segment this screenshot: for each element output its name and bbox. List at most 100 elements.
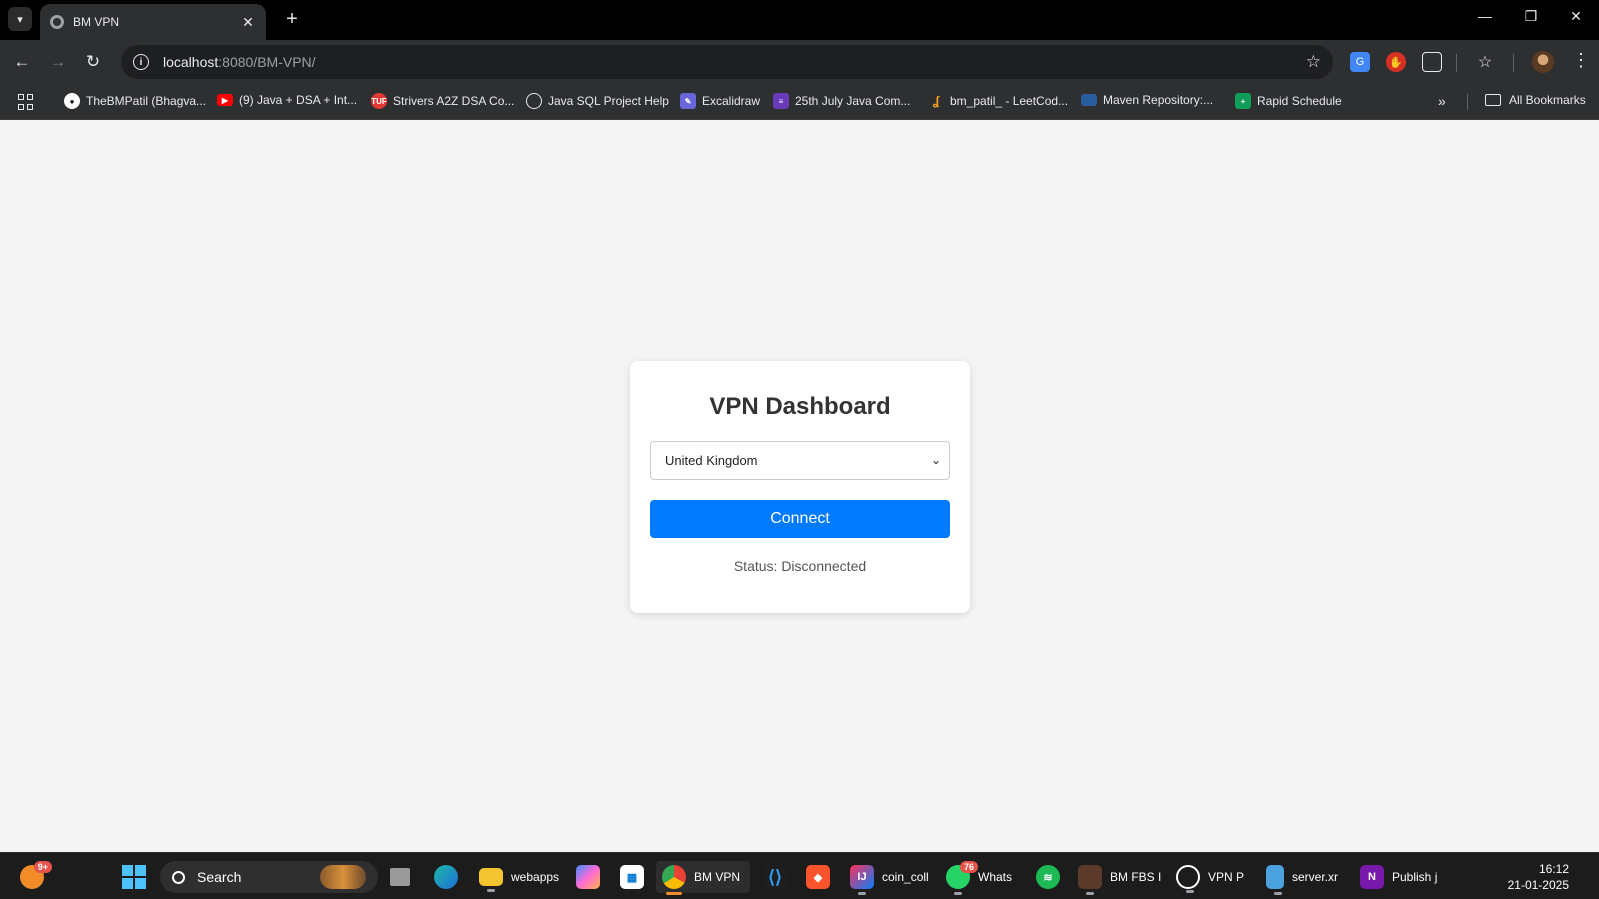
taskbar-app-vpn-p[interactable]: VPN P (1176, 861, 1244, 893)
taskbar-brave[interactable]: ◆ (806, 861, 830, 893)
all-bookmarks-button[interactable]: All Bookmarks (1485, 93, 1586, 107)
tab-search-button[interactable]: ▾ (8, 7, 32, 31)
app-label: coin_coll (882, 870, 929, 884)
more-bookmarks-icon[interactable]: » (1438, 93, 1446, 109)
more-menu-icon[interactable]: ⋮ (1572, 50, 1590, 71)
country-dropdown[interactable]: United Kingdom (651, 442, 949, 479)
bookmark-label: Maven Repository:... (1103, 93, 1214, 107)
globe-icon (50, 15, 64, 29)
back-icon[interactable]: ← (10, 50, 34, 74)
clock-time: 16:12 (1538, 862, 1569, 876)
close-tab-icon[interactable]: ✕ (240, 14, 256, 31)
taskbar-app-server-xml[interactable]: server.xr (1266, 861, 1338, 895)
apps-grid-icon[interactable] (18, 94, 34, 110)
form-icon: ≡ (773, 93, 789, 109)
task-view-button[interactable] (390, 861, 410, 893)
bookmark-item[interactable]: ʆ bm_patil_ - LeetCod... (928, 93, 1068, 109)
store-icon: ▦ (620, 865, 644, 889)
taskbar-store[interactable]: ▦ (620, 861, 644, 893)
extensions-puzzle-icon[interactable] (1422, 52, 1442, 72)
bookmark-star-icon[interactable]: ☆ (1306, 52, 1321, 72)
connect-button[interactable]: Connect (650, 500, 950, 538)
bookmarks-manager-icon[interactable]: ☆ (1475, 52, 1495, 72)
reload-icon[interactable]: ↻ (81, 50, 105, 74)
tab-bm-vpn[interactable]: BM VPN ✕ (40, 4, 266, 40)
bookmark-label: Java SQL Project Help (548, 94, 669, 108)
search-icon (172, 870, 185, 884)
app-label: Whats (978, 870, 1013, 884)
bookmark-label: Rapid Schedule (1257, 94, 1342, 108)
taskbar-app-webapps[interactable]: webapps (479, 861, 559, 893)
translate-extension-icon[interactable]: G (1350, 52, 1370, 72)
taskbar-app-whatsapp[interactable]: 76 Whats (946, 861, 1013, 895)
system-clock[interactable]: 16:12 21-01-2025 (1508, 861, 1569, 893)
bookmark-item[interactable]: ▶ (9) Java + DSA + Int... (217, 93, 357, 107)
taskbar-edge[interactable] (434, 861, 458, 893)
tab-strip: ▾ BM VPN ✕ + — ❐ ✕ (0, 0, 1599, 40)
adblock-extension-icon[interactable]: ✋ (1386, 52, 1406, 72)
app-label: BM VPN (694, 870, 741, 884)
edge-icon (434, 865, 458, 889)
taskbar-vscode[interactable]: ⟨⟩ (763, 861, 787, 893)
bookmarks-divider (1467, 94, 1468, 110)
vpn-dashboard-card: VPN Dashboard United Kingdom ⌄ Connect S… (630, 361, 970, 613)
url-host: localhost (163, 54, 219, 70)
bookmark-item[interactable]: TUF Strivers A2Z DSA Co... (371, 93, 514, 109)
bookmark-item[interactable]: Maven Repository:... (1081, 93, 1213, 107)
taskbar-app-coin-coll[interactable]: IJ coin_coll (850, 861, 929, 895)
unread-badge: 76 (959, 861, 978, 873)
taskbar-app-bm-vpn[interactable]: BM VPN (656, 861, 751, 895)
site-info-icon[interactable]: i (133, 54, 149, 70)
running-indicator (1086, 892, 1094, 895)
taskbar-spotify[interactable]: ≋ (1036, 861, 1060, 893)
new-tab-button[interactable]: + (280, 8, 304, 30)
start-button[interactable] (122, 861, 146, 893)
bookmark-item[interactable]: + Rapid Schedule (1235, 93, 1342, 109)
taskbar-copilot[interactable] (576, 861, 600, 893)
brave-icon: ◆ (806, 865, 830, 889)
country-select[interactable]: United Kingdom ⌄ (650, 441, 950, 480)
profile-avatar[interactable] (1532, 51, 1554, 73)
windows-taskbar: 9+ Search webapps ▦ BM VPN ⟨⟩ ◆ IJ coin_… (0, 852, 1599, 899)
folder-icon (1485, 94, 1501, 106)
leetcode-icon: ʆ (932, 94, 940, 108)
chevron-down-icon: ▾ (17, 13, 23, 26)
app-label: BM FBS I (1110, 870, 1162, 884)
bookmark-item[interactable]: ≡ 25th July Java Com... (773, 93, 910, 109)
onenote-icon: N (1360, 865, 1384, 889)
youtube-icon: ▶ (217, 94, 233, 106)
restore-icon[interactable]: ❐ (1521, 8, 1541, 25)
folder-icon (479, 868, 503, 892)
all-bookmarks-label: All Bookmarks (1509, 93, 1586, 107)
chrome-icon (662, 865, 686, 895)
bookmark-label: Strivers A2Z DSA Co... (393, 94, 515, 108)
taskbar-app-onenote[interactable]: N Publish j (1360, 861, 1437, 893)
taskbar-search[interactable]: Search (160, 861, 378, 893)
forward-icon[interactable]: → (46, 50, 70, 74)
notepad-icon (1266, 865, 1284, 895)
running-indicator (954, 892, 962, 895)
copilot-icon (576, 865, 600, 889)
bookmark-item[interactable]: Java SQL Project Help (526, 93, 669, 109)
app-label: VPN P (1208, 870, 1245, 884)
search-highlight-image (320, 865, 366, 889)
clock-date: 21-01-2025 (1507, 878, 1569, 892)
toolbar-divider (1456, 54, 1457, 72)
address-bar[interactable]: i localhost:8080/BM-VPN/ ☆ (121, 45, 1333, 79)
running-indicator (666, 892, 682, 895)
close-window-icon[interactable]: ✕ (1566, 8, 1586, 25)
widgets-button[interactable]: 9+ (20, 861, 52, 893)
toolbar-divider (1513, 54, 1514, 72)
whatsapp-icon: 76 (946, 861, 978, 895)
taskbar-app-bm-fbs[interactable]: BM FBS I (1078, 861, 1162, 895)
bookmark-item[interactable]: ● TheBMPatil (Bhagva... (64, 93, 206, 109)
windows-logo-icon (122, 865, 146, 889)
search-label: Search (197, 869, 242, 885)
running-indicator (487, 889, 495, 892)
page-title: VPN Dashboard (709, 393, 891, 420)
github-icon: ● (64, 93, 80, 109)
minimize-icon[interactable]: — (1475, 8, 1495, 24)
bookmark-label: bm_patil_ - LeetCod... (950, 94, 1069, 108)
notification-badge: 9+ (33, 861, 52, 873)
bookmark-item[interactable]: ✎ Excalidraw (680, 93, 760, 109)
